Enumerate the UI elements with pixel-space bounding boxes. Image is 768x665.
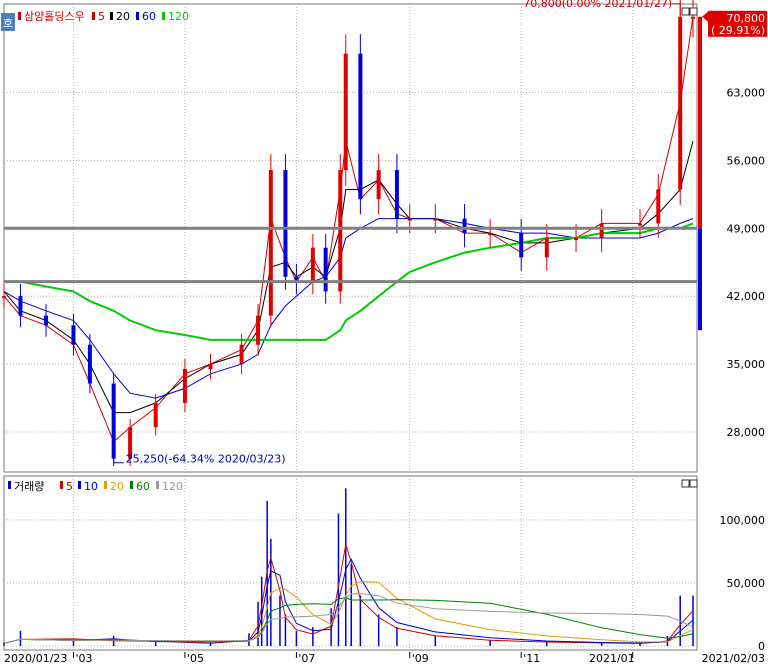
candle-body[interactable] — [656, 189, 661, 224]
stock-name: 삼양홀딩스우 — [24, 10, 85, 23]
price-y-tick-label: 49,000 — [727, 222, 766, 235]
stock-chart: 28,00035,00042,00049,00056,00063,000050,… — [1, 0, 767, 665]
x-tick-label: '11 — [523, 652, 540, 665]
legend-swatch — [78, 481, 81, 489]
low-price-annotation: 25,250(-64.34% 2020/03/23) — [126, 453, 286, 466]
volume-y-tick-label: 50,000 — [727, 577, 766, 590]
candle-body[interactable] — [376, 170, 381, 200]
maximize-icon[interactable] — [681, 479, 690, 488]
candle-body[interactable] — [283, 170, 288, 277]
last-price-annotation: 70,800(0.00% 2021/01/27) — [523, 0, 672, 10]
candle-body[interactable] — [519, 233, 524, 258]
price-y-tick-label: 35,000 — [727, 358, 766, 371]
volume-ma-legend-20: 20 — [110, 480, 124, 493]
candle-body[interactable] — [182, 368, 187, 403]
legend-swatch — [130, 481, 133, 489]
candle-body[interactable] — [691, 16, 695, 19]
legend-swatch — [60, 481, 63, 489]
price-y-tick-label: 28,000 — [727, 426, 766, 439]
candle-body[interactable] — [599, 223, 604, 238]
candle-body[interactable] — [394, 170, 399, 219]
legend-swatch — [18, 12, 21, 20]
candle-body[interactable] — [343, 53, 348, 171]
x-tick-label: 2020/01/23 — [4, 652, 67, 665]
close-icon[interactable] — [689, 479, 698, 488]
legend-swatch — [110, 12, 113, 20]
legend-swatch — [104, 481, 107, 489]
mode-badge-label: 호 — [3, 17, 13, 30]
volume-ma-legend-10: 10 — [84, 480, 98, 493]
candle-body[interactable] — [323, 247, 328, 292]
candle-body[interactable] — [433, 218, 438, 221]
candle-body[interactable] — [71, 325, 76, 345]
candle-body[interactable] — [407, 218, 412, 221]
x-tick-label: '07 — [298, 652, 315, 665]
price-y-tick-label: 56,000 — [727, 154, 766, 167]
price-y-tick-label: 63,000 — [727, 86, 766, 99]
legend-swatch — [8, 481, 11, 489]
candle-body[interactable] — [544, 238, 549, 258]
volume-ma-legend-5: 5 — [66, 480, 73, 493]
legend-swatch — [162, 12, 165, 20]
x-last-date-label: 2021/02/03 — [702, 652, 765, 665]
candle-body[interactable] — [153, 402, 158, 428]
candle-body[interactable] — [87, 344, 92, 384]
ma-legend-60: 60 — [142, 10, 156, 23]
legend-swatch — [156, 481, 159, 489]
ma-legend-5: 5 — [98, 10, 105, 23]
candle-body[interactable] — [268, 170, 273, 316]
legend-swatch — [92, 12, 95, 20]
candle-body[interactable] — [239, 344, 244, 365]
candle-body[interactable] — [310, 247, 315, 282]
candle-body[interactable] — [208, 364, 213, 369]
close-icon[interactable] — [689, 7, 698, 16]
volume-ma-legend-60: 60 — [136, 480, 150, 493]
candle-body[interactable] — [256, 315, 261, 345]
candle-body[interactable] — [574, 238, 579, 240]
price-y-tick-label: 42,000 — [727, 290, 766, 303]
legend-swatch — [136, 12, 139, 20]
volume-title: 거래량 — [14, 480, 44, 493]
ma-legend-120: 120 — [168, 10, 189, 23]
price-range-up-bar — [698, 16, 702, 229]
x-tick-label: '03 — [75, 652, 92, 665]
x-tick-label: '05 — [187, 652, 204, 665]
price-range-down-bar — [698, 228, 702, 331]
candle-body[interactable] — [638, 223, 642, 226]
price-tag-pointer — [702, 11, 708, 22]
candle-body[interactable] — [462, 218, 467, 234]
candle-body[interactable] — [488, 233, 493, 236]
x-tick-label: '09 — [412, 652, 429, 665]
volume-y-tick-label: 100,000 — [720, 514, 766, 527]
candle-body[interactable] — [44, 315, 49, 326]
volume-ma-legend-120: 120 — [162, 480, 183, 493]
ma-legend-20: 20 — [116, 10, 130, 23]
candle-body[interactable] — [358, 53, 363, 200]
candle-body[interactable] — [18, 296, 23, 316]
candle-body[interactable] — [338, 170, 343, 292]
maximize-icon[interactable] — [681, 7, 690, 16]
candle-body[interactable] — [678, 16, 683, 190]
candle-body[interactable] — [2, 296, 6, 299]
x-tick-label: 2021/01 — [589, 652, 635, 665]
candle-body[interactable] — [111, 383, 116, 459]
price-tag-change: ( 29.91%) — [711, 24, 765, 37]
